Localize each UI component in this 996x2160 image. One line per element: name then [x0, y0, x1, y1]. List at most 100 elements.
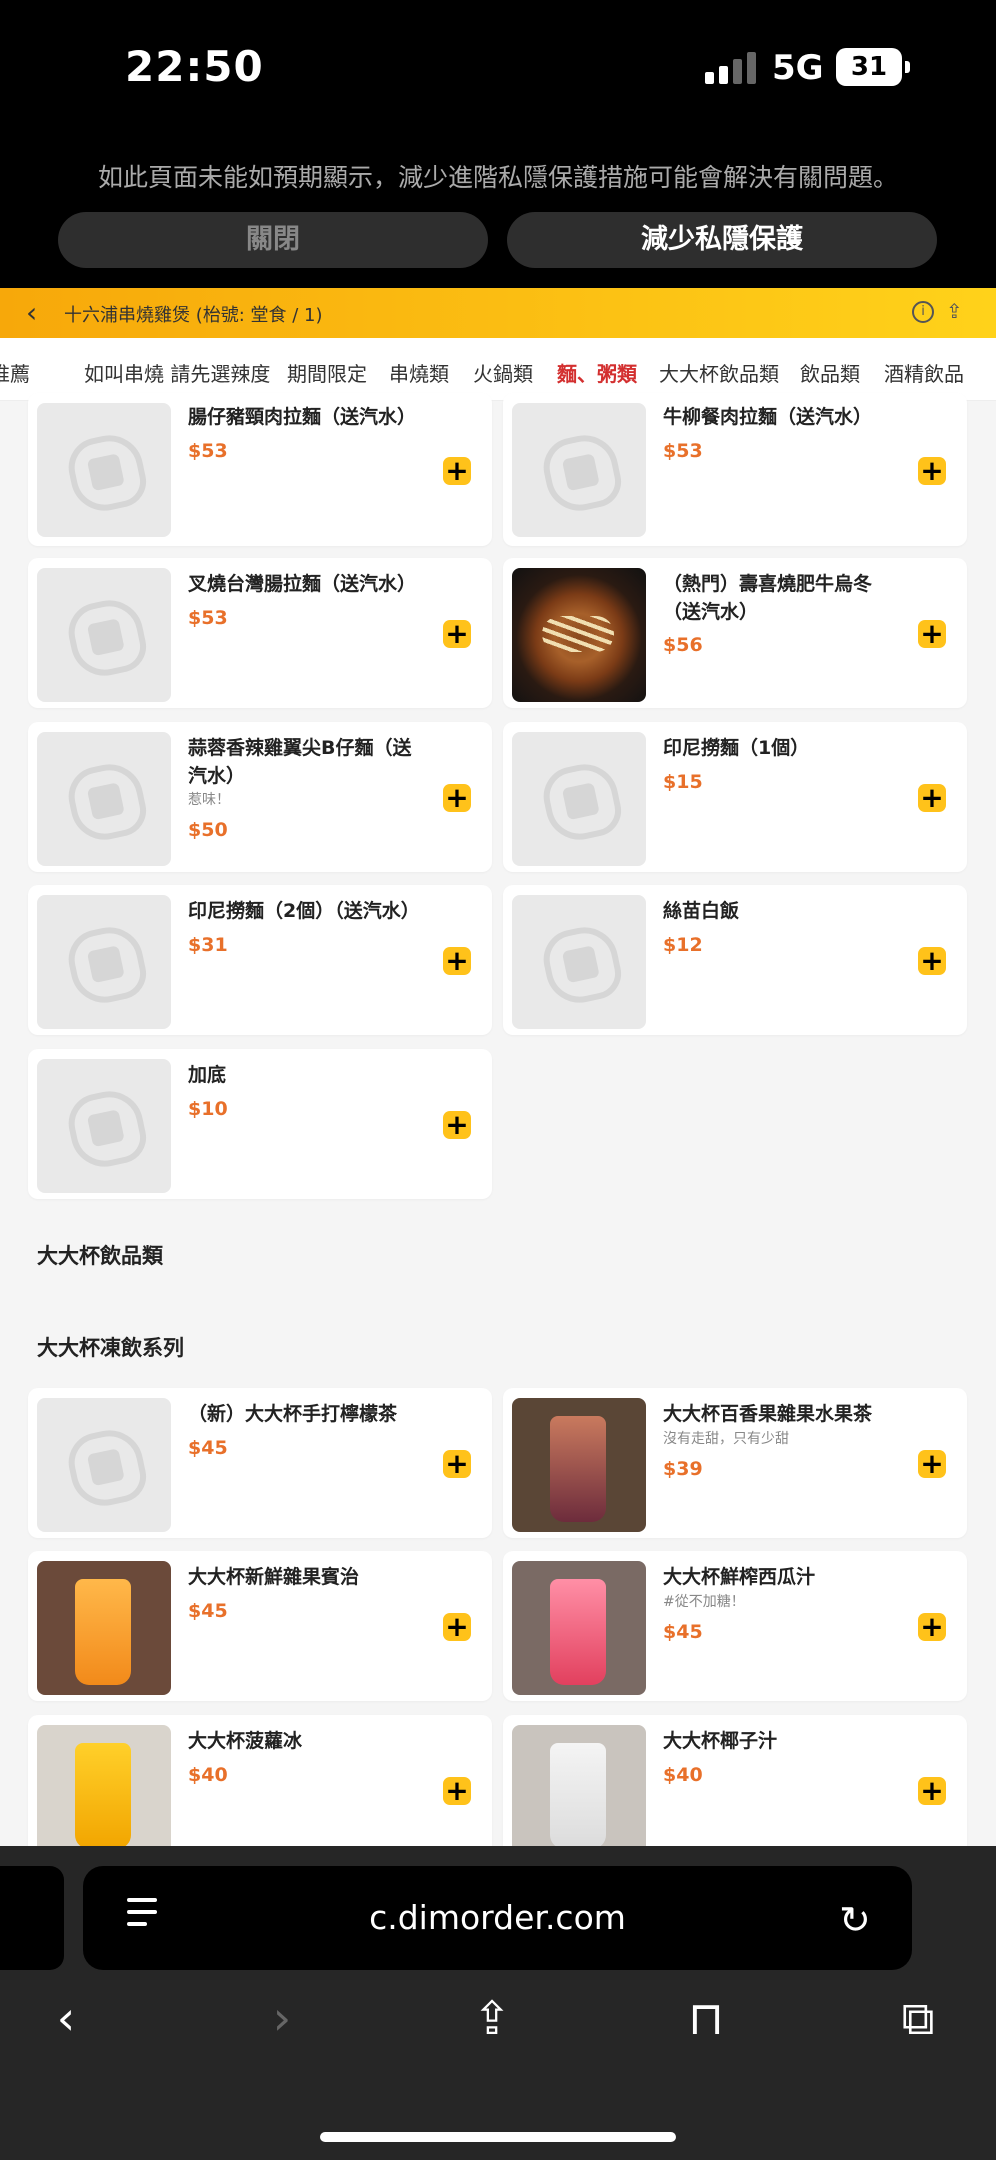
plus-icon[interactable]: + — [443, 1450, 471, 1478]
back-icon[interactable]: ‹ — [36, 1991, 96, 2045]
shop-title: 十六浦串燒雞煲 (枱號: 堂食 / 1) — [64, 305, 323, 326]
item-image — [512, 1725, 646, 1859]
plus-icon[interactable]: + — [443, 1111, 471, 1139]
plus-icon[interactable]: + — [918, 1450, 946, 1478]
placeholder-logo-icon — [63, 1085, 151, 1173]
forward-icon[interactable]: › — [252, 1991, 312, 2045]
item-image-placeholder — [37, 732, 171, 866]
plus-icon[interactable]: + — [443, 457, 471, 485]
plus-icon[interactable]: + — [443, 947, 471, 975]
tab-alcohol[interactable]: 酒精飲品 — [884, 358, 964, 387]
previous-tab-preview[interactable] — [0, 1866, 64, 1970]
menu-item-card[interactable]: 大大杯新鮮雜果賓治 $45 + — [28, 1551, 492, 1701]
placeholder-logo-icon — [63, 1424, 151, 1512]
tab-recommend[interactable]: 推薦 — [0, 358, 30, 387]
section-heading: 大大杯飲品類 — [37, 1244, 163, 1268]
status-bar: 22:50 5G 31 — [0, 0, 996, 140]
item-image-placeholder — [37, 895, 171, 1029]
item-image — [512, 1561, 646, 1695]
item-image — [37, 1725, 171, 1859]
placeholder-logo-icon — [63, 594, 151, 682]
item-name: 大大杯百香果雜果水果茶 — [663, 1403, 873, 1425]
browser-toolbar: c.dimorder.com ↻ ‹ › ⇪ ⊓ ⧉ — [0, 1846, 996, 2160]
item-price: $39 — [663, 1458, 703, 1480]
plus-icon[interactable]: + — [918, 620, 946, 648]
tab-noodles-congee[interactable]: 麵、粥類 — [557, 358, 637, 387]
reload-icon[interactable]: ↻ — [839, 1898, 871, 1942]
menu-item-card[interactable]: 絲苗白飯 $12 + — [503, 885, 967, 1035]
url-text: c.dimorder.com — [369, 1898, 626, 1937]
placeholder-logo-icon — [538, 429, 626, 517]
menu-item-card[interactable]: 腸仔豬頸肉拉麵（送汽水） $53 + — [28, 393, 492, 546]
item-image-placeholder — [37, 403, 171, 537]
plus-icon[interactable]: + — [918, 947, 946, 975]
item-name: 絲苗白飯 — [663, 900, 740, 922]
item-image-placeholder — [512, 895, 646, 1029]
plus-icon[interactable]: + — [443, 1613, 471, 1641]
item-price: $40 — [188, 1764, 228, 1786]
item-name: 大大杯菠蘿冰 — [188, 1730, 303, 1752]
bookmarks-icon[interactable]: ⊓ — [676, 1991, 736, 2045]
plus-icon[interactable]: + — [918, 457, 946, 485]
menu-item-card[interactable]: 蒜蓉香辣雞翼尖B仔麵（送汽水） 惹味！ $50 + — [28, 722, 492, 872]
menu-item-card[interactable]: 大大杯鮮榨西瓜汁 #從不加糖！ $45 + — [503, 1551, 967, 1701]
item-price: $12 — [663, 934, 703, 956]
item-name: （熱門）壽喜燒肥牛烏冬（送汽水） — [663, 573, 873, 623]
plus-icon[interactable]: + — [918, 1613, 946, 1641]
status-time: 22:50 — [125, 42, 264, 91]
item-price: $56 — [663, 634, 703, 656]
item-image-placeholder — [37, 1398, 171, 1532]
share-icon[interactable]: ⇪ — [462, 1991, 522, 2045]
placeholder-logo-icon — [63, 758, 151, 846]
item-note: 惹味！ — [188, 792, 230, 808]
item-name: 腸仔豬頸肉拉麵（送汽水） — [188, 406, 417, 428]
tab-hotpot[interactable]: 火鍋類 — [473, 358, 533, 387]
tab-skewer-spice[interactable]: 如叫串燒 請先選辣度 — [84, 358, 270, 387]
item-price: $53 — [663, 440, 703, 462]
signal-icon — [705, 52, 761, 84]
menu-item-card[interactable]: 大大杯百香果雜果水果茶 沒有走甜，只有少甜 $39 + — [503, 1388, 967, 1538]
item-price: $45 — [663, 1621, 703, 1643]
menu-item-card[interactable]: 大大杯椰子汁 $40 + — [503, 1715, 967, 1865]
plus-icon[interactable]: + — [918, 784, 946, 812]
item-price: $40 — [663, 1764, 703, 1786]
item-name: 牛柳餐肉拉麵（送汽水） — [663, 406, 873, 428]
reduce-privacy-button[interactable]: 減少私隱保護 — [507, 212, 937, 268]
item-note: #從不加糖！ — [663, 1594, 745, 1610]
share-icon[interactable]: ⇪ — [946, 299, 963, 323]
item-price: $10 — [188, 1098, 228, 1120]
close-banner-button[interactable]: 關閉 — [58, 212, 488, 268]
tabs-icon[interactable]: ⧉ — [888, 1991, 948, 2047]
plus-icon[interactable]: + — [918, 1777, 946, 1805]
menu-item-card[interactable]: 加底 $10 + — [28, 1049, 492, 1199]
item-name: 叉燒台灣腸拉麵（送汽水） — [188, 573, 417, 595]
plus-icon[interactable]: + — [443, 1777, 471, 1805]
menu-item-card[interactable]: （新）大大杯手打檸檬茶 $45 + — [28, 1388, 492, 1538]
placeholder-logo-icon — [538, 758, 626, 846]
item-name: 大大杯新鮮雜果賓治 — [188, 1566, 360, 1588]
tab-limited[interactable]: 期間限定 — [287, 358, 367, 387]
item-name: （新）大大杯手打檸檬茶 — [188, 1403, 398, 1425]
tab-skewers[interactable]: 串燒類 — [389, 358, 449, 387]
item-name: 印尼撈麵（2個）（送汽水） — [188, 900, 420, 922]
battery-icon: 31 — [836, 48, 910, 86]
privacy-message: 如此頁面未能如預期顯示，減少進階私隱保護措施可能會解決有關問題。 — [97, 163, 898, 192]
info-icon[interactable]: i — [912, 301, 934, 323]
menu-item-card[interactable]: 大大杯菠蘿冰 $40 + — [28, 1715, 492, 1865]
item-price: $45 — [188, 1437, 228, 1459]
address-bar[interactable]: c.dimorder.com ↻ — [83, 1866, 912, 1970]
menu-item-card[interactable]: 印尼撈麵（1個） $15 + — [503, 722, 967, 872]
item-image-placeholder — [37, 1059, 171, 1193]
menu-item-card[interactable]: （熱門）壽喜燒肥牛烏冬（送汽水） $56 + — [503, 558, 967, 708]
chevron-left-icon[interactable]: ‹ — [26, 296, 37, 329]
network-type: 5G — [772, 48, 824, 88]
plus-icon[interactable]: + — [443, 784, 471, 812]
menu-item-card[interactable]: 叉燒台灣腸拉麵（送汽水） $53 + — [28, 558, 492, 708]
plus-icon[interactable]: + — [443, 620, 471, 648]
menu-item-card[interactable]: 印尼撈麵（2個）（送汽水） $31 + — [28, 885, 492, 1035]
tab-big-cup-drinks[interactable]: 大大杯飲品類 — [659, 358, 779, 387]
item-name: 蒜蓉香辣雞翼尖B仔麵（送汽水） — [188, 737, 412, 787]
item-name: 大大杯椰子汁 — [663, 1730, 778, 1752]
tab-drinks[interactable]: 飲品類 — [800, 358, 860, 387]
menu-item-card[interactable]: 牛柳餐肉拉麵（送汽水） $53 + — [503, 393, 967, 546]
